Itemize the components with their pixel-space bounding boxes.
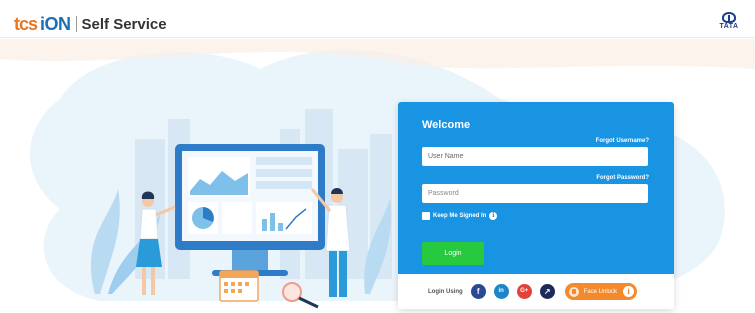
header: tcs iON Self Service TATA: [0, 8, 755, 38]
logo-ion: iON: [40, 13, 71, 34]
forgot-password-link[interactable]: Forgot Password?: [596, 175, 649, 181]
tata-icon: [722, 12, 736, 23]
face-unlock-label: Face Unlock: [583, 288, 618, 295]
keep-signed-in-label: Keep Me Signed In: [433, 213, 487, 219]
facebook-icon[interactable]: f: [470, 284, 486, 299]
external-login-icon[interactable]: ↗: [539, 284, 555, 299]
logo-self-service: Self Service: [81, 15, 167, 33]
tata-logo: TATA: [717, 12, 741, 30]
page: tcs iON Self Service TATA Welcome Forgot…: [0, 0, 755, 313]
keep-signed-in[interactable]: Keep Me Signed In i: [422, 212, 498, 220]
login-title: Welcome: [422, 119, 471, 131]
info-icon[interactable]: i: [489, 212, 498, 220]
login-card: Welcome Forgot Username? User Name Forgo…: [398, 102, 674, 309]
login-using-label: Login Using: [428, 288, 463, 295]
face-unlock-info-icon[interactable]: i: [623, 286, 635, 297]
tata-text: TATA: [719, 23, 739, 30]
calendar-illustration: [219, 270, 259, 302]
username-input[interactable]: User Name: [422, 147, 648, 166]
logo-divider: [75, 16, 77, 32]
face-unlock-icon: [568, 286, 579, 297]
password-input[interactable]: Password: [422, 184, 648, 203]
login-using-bar: Login Using f in G+ ↗ Face Unlock i: [398, 274, 674, 309]
keep-signed-in-checkbox[interactable]: [422, 212, 430, 220]
tcs-ion-logo[interactable]: tcs iON Self Service: [14, 14, 167, 34]
cropped-text-strip: [0, 0, 755, 7]
logo-tcs: tcs: [14, 13, 38, 34]
password-placeholder: Password: [428, 190, 459, 197]
forgot-username-link[interactable]: Forgot Username?: [596, 138, 649, 144]
face-unlock-button[interactable]: Face Unlock i: [564, 283, 638, 300]
google-plus-icon[interactable]: G+: [516, 284, 532, 299]
linkedin-icon[interactable]: in: [493, 284, 509, 299]
login-button[interactable]: Login: [422, 242, 484, 265]
